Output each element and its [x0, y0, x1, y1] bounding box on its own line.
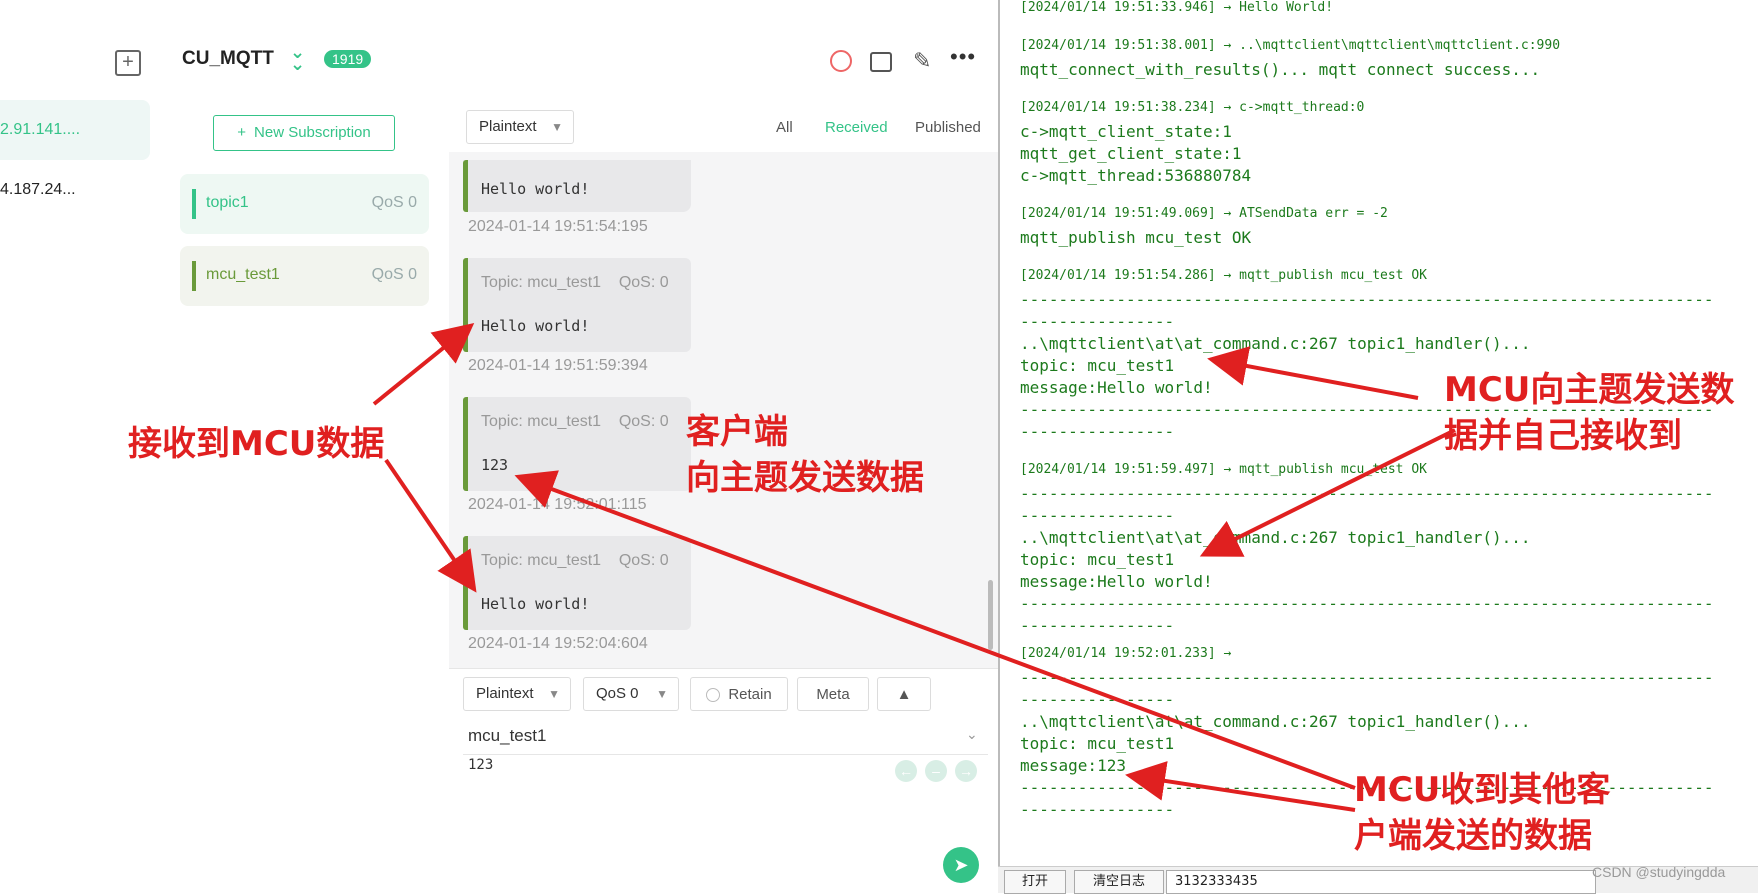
annotation-client-send-2: 向主题发送数据 — [686, 458, 924, 498]
arrow — [1125, 761, 1356, 812]
annotation-received-mcu: 接收到MCU数据 — [128, 424, 385, 464]
arrow — [1199, 428, 1456, 557]
arrow — [1207, 346, 1419, 400]
annotation-mcu-self-1: MCU向主题发送数 — [1444, 370, 1735, 410]
watermark: CSDN @studyingdda — [1592, 864, 1726, 880]
annotation-mcu-other-2: 户端发送的数据 — [1354, 816, 1592, 856]
annotation-mcu-other-1: MCU收到其他客 — [1354, 770, 1611, 810]
arrow — [384, 458, 477, 593]
annotation-client-send-1: 客户端 — [686, 412, 788, 452]
arrow — [372, 322, 475, 406]
annotation-mcu-self-2: 据并自己接收到 — [1444, 416, 1682, 456]
arrow — [514, 470, 1356, 790]
